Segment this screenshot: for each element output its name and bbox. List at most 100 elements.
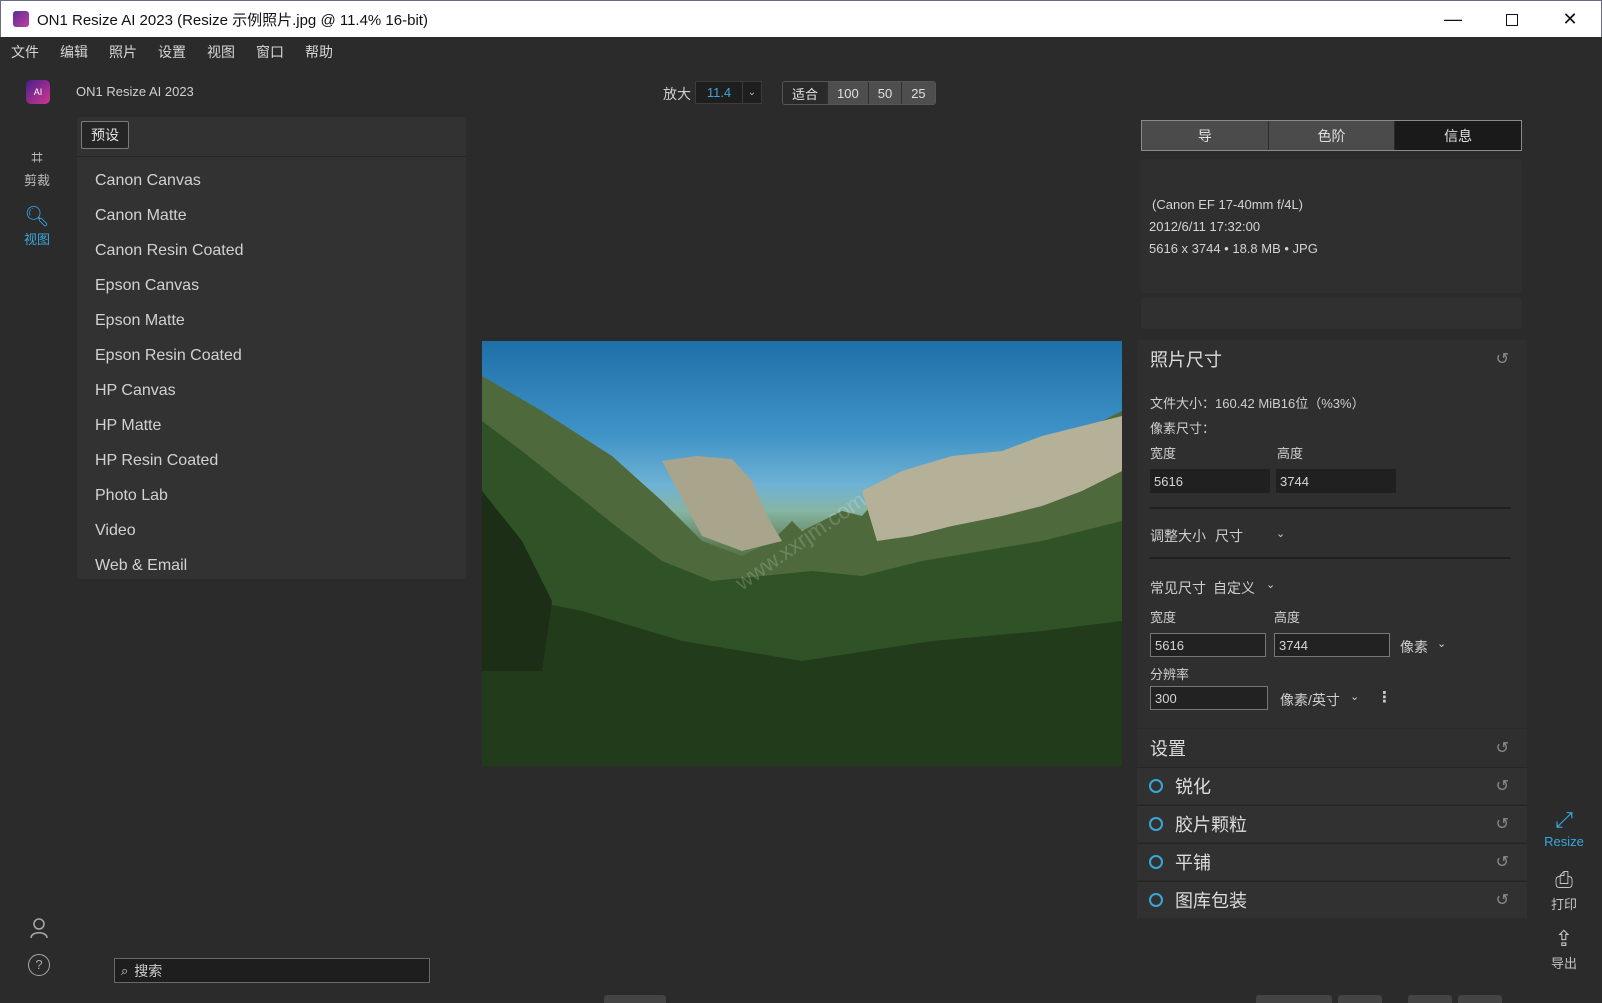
user-icon[interactable] (28, 917, 50, 939)
zoom-100-button[interactable]: 100 (828, 82, 869, 104)
menu-file[interactable]: 文件 (11, 42, 39, 62)
preset-item[interactable]: Epson Canvas (77, 268, 466, 303)
zoom-input[interactable]: 11.4 ⌄ (695, 81, 762, 104)
setting-film-grain[interactable]: 胶片颗粒 ↺ (1137, 805, 1527, 842)
reset-icon[interactable]: ↺ (1496, 814, 1509, 834)
zoom-preset-group: 适合 100 50 25 (782, 81, 936, 105)
resize-icon: ⤢ (1555, 807, 1573, 832)
crop-tool[interactable]: ⌗ 剪裁 (18, 146, 56, 189)
zoom-value[interactable]: 11.4 (696, 85, 742, 100)
divider (1149, 557, 1511, 559)
app-icon (13, 11, 29, 27)
photo-canvas[interactable]: www.xxrjm.com (482, 341, 1122, 766)
setting-tiling[interactable]: 平铺 ↺ (1137, 843, 1527, 880)
tab-info[interactable]: 信息 (1395, 121, 1522, 150)
zoom-25-button[interactable]: 25 (902, 82, 935, 104)
menu-photo[interactable]: 照片 (109, 42, 137, 62)
toggle-circle-icon[interactable] (1149, 817, 1163, 831)
pixel-height-value: 3744 (1276, 469, 1396, 493)
search-input[interactable]: ⌕ 搜索 (114, 958, 430, 983)
preset-item[interactable]: Epson Resin Coated (77, 338, 466, 373)
resolution-field[interactable]: 300 (1150, 686, 1268, 710)
chevron-down-icon[interactable]: ⌄ (1266, 578, 1275, 591)
unit-select[interactable]: 像素 (1400, 637, 1428, 657)
menu-window[interactable]: 窗口 (256, 42, 284, 62)
photo-size-header[interactable]: 照片尺寸 ↺ (1137, 340, 1527, 377)
export-tool-label: 导出 (1550, 956, 1577, 971)
menu-edit[interactable]: 编辑 (60, 42, 88, 62)
preset-item[interactable]: Epson Matte (77, 303, 466, 338)
settings-title: 设置 (1150, 738, 1186, 759)
preset-item[interactable]: Video (77, 513, 466, 548)
view-tool[interactable]: 🔍︎ 视图 (18, 205, 56, 248)
zoom-fit-button[interactable]: 适合 (783, 82, 829, 104)
more-options-icon[interactable]: ⋮ (1377, 688, 1392, 706)
height-field[interactable]: 3744 (1274, 633, 1390, 657)
bottom-button[interactable] (1256, 995, 1332, 1003)
print-tool[interactable]: ⎙ 打印 (1540, 866, 1588, 913)
bottom-button[interactable] (1408, 995, 1452, 1003)
app-name: ON1 Resize AI 2023 (76, 84, 194, 99)
crop-icon: ⌗ (31, 147, 43, 169)
search-icon: ⌕ (121, 962, 129, 978)
common-size-select[interactable]: 自定义 (1213, 578, 1255, 598)
toggle-circle-icon[interactable] (1149, 779, 1163, 793)
minimize-button[interactable]: — (1424, 1, 1482, 38)
bottom-button[interactable] (1338, 995, 1382, 1003)
crop-tool-label: 剪裁 (23, 173, 50, 188)
resolution-unit-select[interactable]: 像素/英寸 (1280, 690, 1340, 710)
maximize-icon (1506, 13, 1518, 26)
menu-settings[interactable]: 设置 (158, 42, 186, 62)
preset-item[interactable]: HP Resin Coated (77, 443, 466, 478)
chevron-down-icon[interactable]: ⌄ (1276, 527, 1285, 540)
toggle-circle-icon[interactable] (1149, 855, 1163, 869)
title-bar: ON1 Resize AI 2023 (Resize 示例照片.jpg @ 11… (0, 0, 1602, 37)
resize-tool[interactable]: ⤢ Resize (1540, 806, 1588, 849)
reset-icon[interactable]: ↺ (1496, 349, 1509, 369)
tab-navigator[interactable]: 导 (1142, 121, 1269, 150)
tab-presets[interactable]: 预设 (81, 121, 129, 149)
chevron-down-icon[interactable]: ⌄ (1437, 637, 1446, 650)
tab-levels[interactable]: 色阶 (1268, 121, 1396, 150)
zoom-50-button[interactable]: 50 (868, 82, 903, 104)
close-button[interactable]: ✕ (1541, 1, 1599, 38)
preset-item[interactable]: HP Canvas (77, 373, 466, 408)
chevron-down-icon[interactable]: ⌄ (742, 82, 761, 103)
export-tool[interactable]: ⇪ 导出 (1540, 925, 1588, 972)
settings-header[interactable]: 设置 ↺ (1137, 729, 1527, 766)
maximize-button[interactable] (1483, 1, 1541, 38)
width-field[interactable]: 5616 (1150, 633, 1266, 657)
menu-view[interactable]: 视图 (207, 42, 235, 62)
view-tool-label: 视图 (23, 232, 50, 247)
settings-section: 设置 ↺ (1137, 729, 1527, 767)
reset-icon[interactable]: ↺ (1496, 738, 1509, 758)
resize-label: 调整大小 (1150, 528, 1206, 544)
file-size-text: 文件大小：160.42 MiB16位（%3%） (1150, 396, 1365, 411)
reset-icon[interactable]: ↺ (1496, 776, 1509, 796)
bottom-button[interactable] (604, 995, 666, 1003)
share-icon: ⇪ (1554, 926, 1574, 951)
menu-help[interactable]: 帮助 (305, 42, 333, 62)
toggle-circle-icon[interactable] (1149, 893, 1163, 907)
resize-mode-select[interactable]: 尺寸 (1215, 526, 1243, 546)
zoom-label: 放大 (663, 86, 691, 102)
setting-label: 平铺 (1175, 853, 1211, 873)
preset-item[interactable]: Photo Lab (77, 478, 466, 513)
reset-icon[interactable]: ↺ (1496, 890, 1509, 910)
preset-item[interactable]: Canon Canvas (77, 163, 466, 198)
landscape-image: www.xxrjm.com (482, 376, 1122, 766)
search-placeholder: 搜索 (134, 962, 163, 979)
setting-gallery-wrap[interactable]: 图库包装 ↺ (1137, 881, 1527, 918)
bottom-button[interactable] (1458, 995, 1502, 1003)
preset-item[interactable]: Canon Matte (77, 198, 466, 233)
chevron-down-icon[interactable]: ⌄ (1350, 690, 1359, 703)
help-icon[interactable]: ? (28, 954, 50, 976)
preset-item[interactable]: HP Matte (77, 408, 466, 443)
reset-icon[interactable]: ↺ (1496, 852, 1509, 872)
info-lens: (Canon EF 17-40mm f/4L) (1152, 197, 1304, 212)
setting-sharpen[interactable]: 锐化 ↺ (1137, 767, 1527, 804)
print-tool-label: 打印 (1550, 897, 1577, 912)
preset-item[interactable]: Canon Resin Coated (77, 233, 466, 268)
zoom-hand-icon: 🔍︎ (24, 206, 50, 228)
preset-item[interactable]: Web & Email (77, 548, 466, 583)
